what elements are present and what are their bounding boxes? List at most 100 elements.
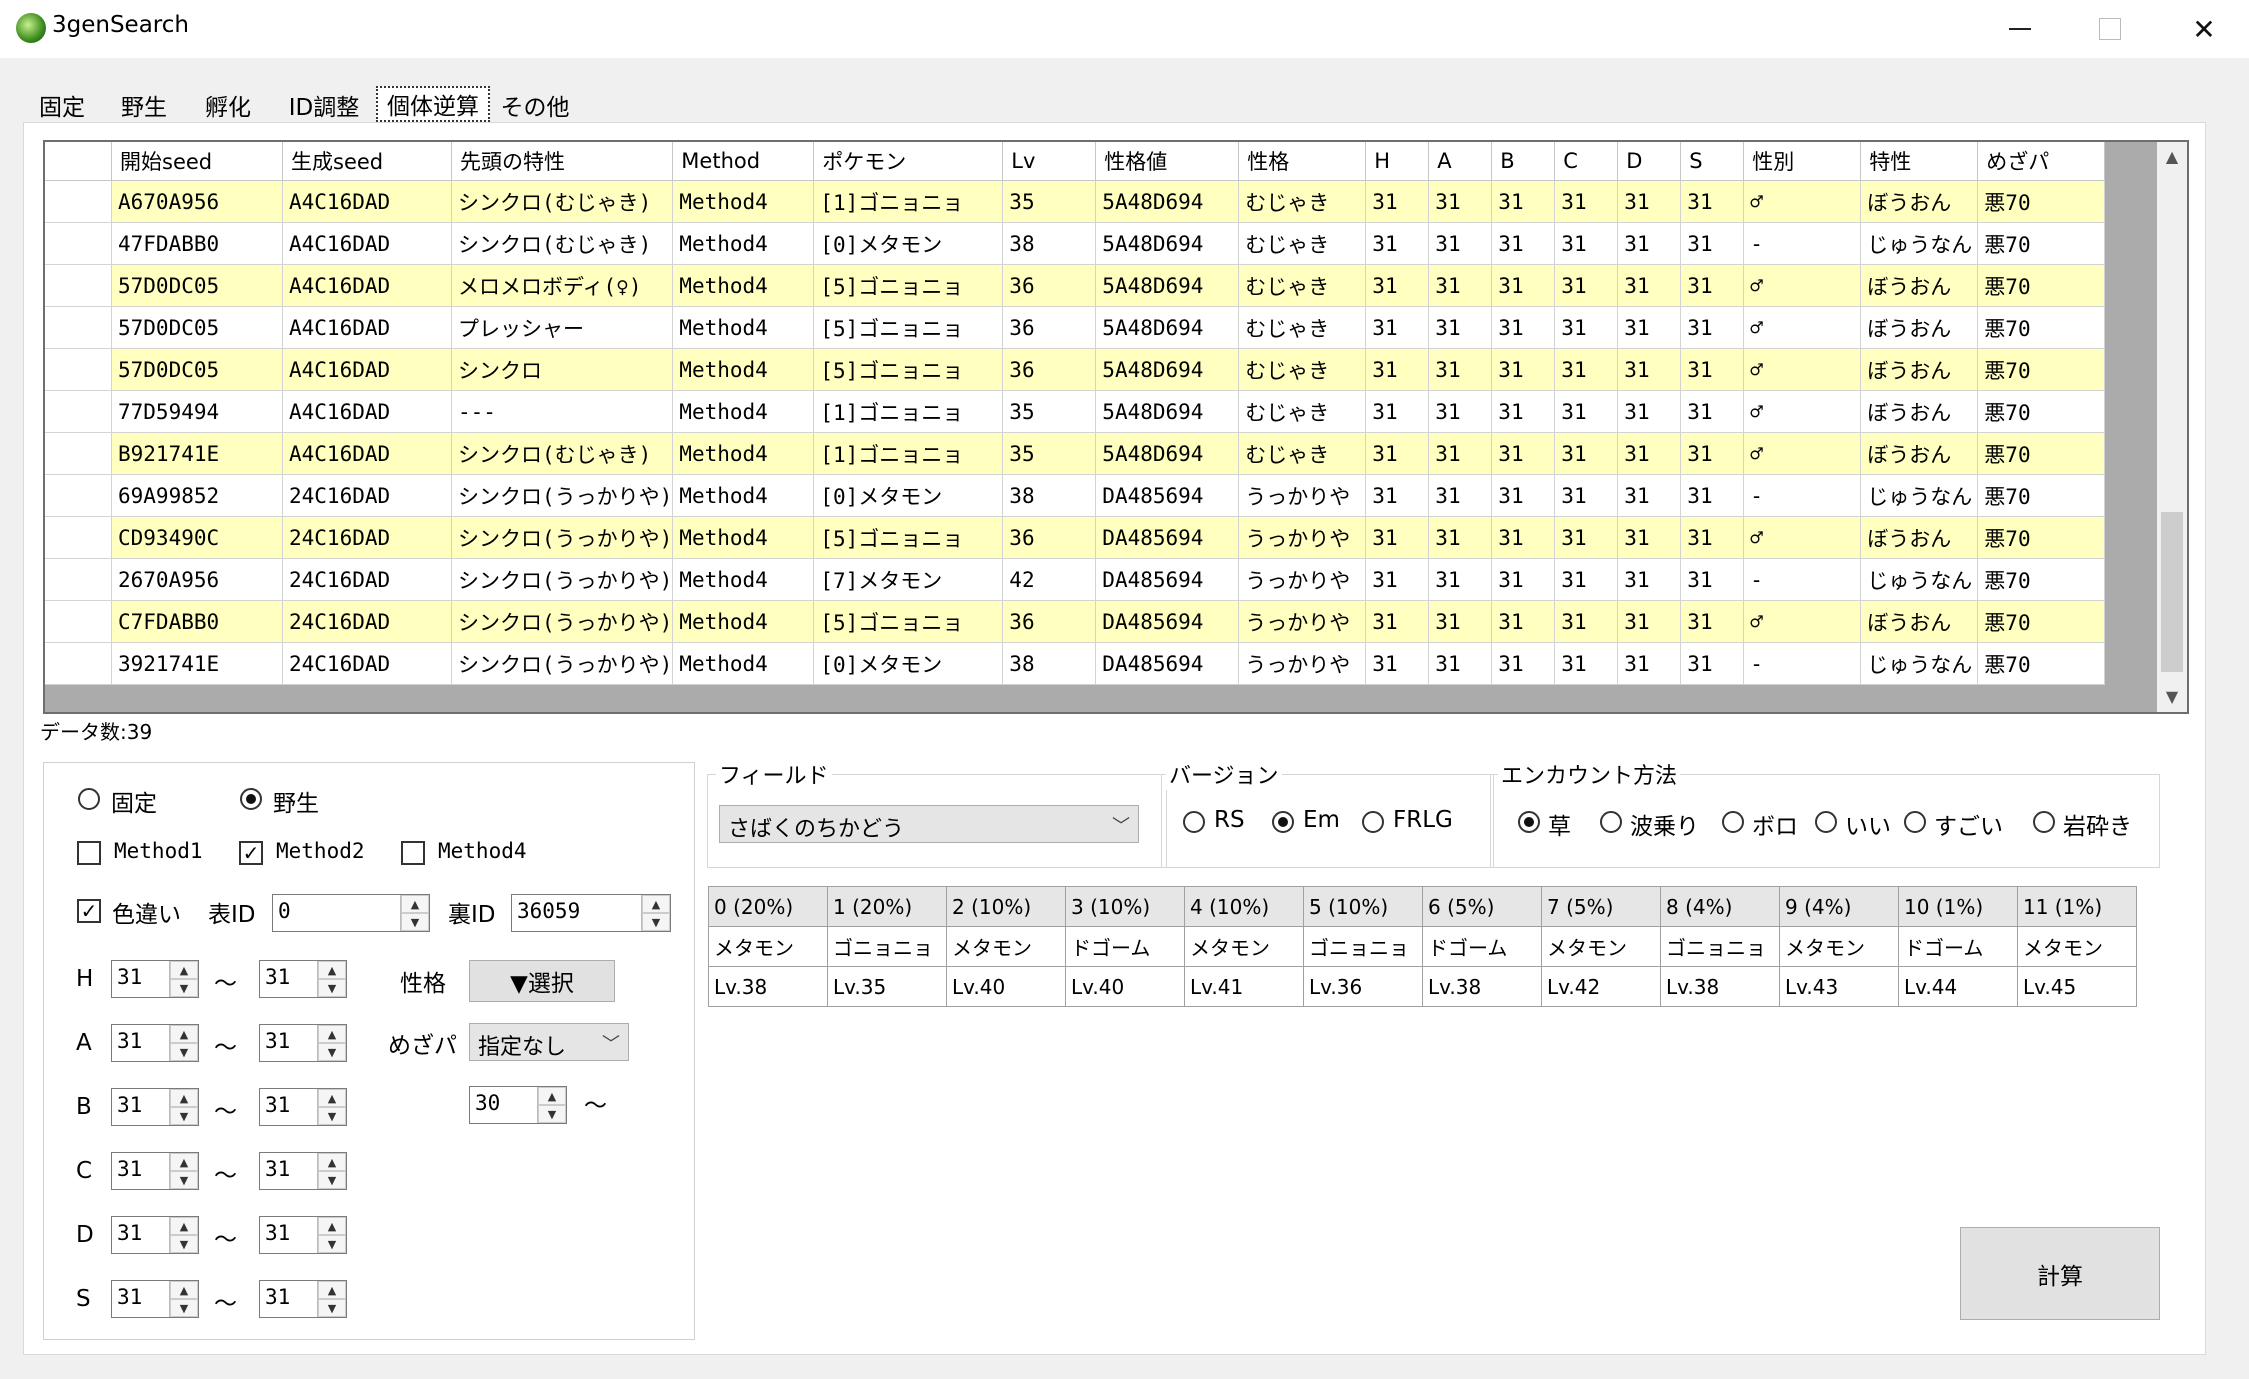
scrollbar-thumb[interactable] <box>2161 512 2183 672</box>
tab-egg[interactable]: 孵化 <box>196 88 260 122</box>
table-cell[interactable]: 36 <box>1002 516 1097 559</box>
table-row[interactable]: 47FDABB0 A4C16DAD シンクロ(むじゃき) Method4 [0]メタモン… <box>45 222 2106 265</box>
table-cell[interactable]: 47FDABB0 <box>111 222 283 265</box>
row-header[interactable] <box>45 264 112 307</box>
table-cell[interactable]: 31 <box>1617 180 1682 223</box>
table-cell[interactable]: 31 <box>1491 390 1556 433</box>
table-cell[interactable]: シンクロ(むじゃき) <box>451 222 674 265</box>
spin-up-icon[interactable]: ▲ <box>170 1025 198 1043</box>
table-cell[interactable]: 31 <box>1554 600 1619 643</box>
table-cell[interactable]: むじゃき <box>1238 432 1367 475</box>
table-cell[interactable]: 悪70 <box>1977 222 2106 265</box>
spin-down-icon[interactable]: ▼ <box>318 1299 346 1317</box>
table-cell[interactable]: 31 <box>1365 600 1430 643</box>
table-cell[interactable]: 31 <box>1680 516 1745 559</box>
table-cell[interactable]: ぼうおん <box>1860 600 1979 643</box>
tab-reverse-calc[interactable]: 個体逆算 <box>376 86 490 122</box>
table-cell[interactable]: 31 <box>1365 222 1430 265</box>
omote-id-input[interactable]: 0 ▲ ▼ <box>272 894 430 932</box>
table-cell[interactable]: 31 <box>1428 432 1493 475</box>
scroll-up-icon[interactable]: ▲ <box>2157 142 2187 172</box>
spin-up-icon[interactable]: ▲ <box>642 895 670 913</box>
field-select[interactable]: さばくのちかどう ﹀ <box>719 805 1139 843</box>
table-cell[interactable]: 31 <box>1617 306 1682 349</box>
table-cell[interactable]: 69A99852 <box>111 474 283 517</box>
table-cell[interactable]: DA485694 <box>1095 642 1240 685</box>
table-row[interactable]: 3921741E 24C16DAD シンクロ(うっかりや) Method4 [0]メタモ… <box>45 642 2106 685</box>
calculate-button[interactable]: 計算 <box>1960 1227 2160 1320</box>
table-cell[interactable]: 5A48D694 <box>1095 390 1240 433</box>
table-cell[interactable]: [7]メタモン <box>813 558 1004 601</box>
table-cell[interactable]: 31 <box>1680 390 1745 433</box>
table-cell[interactable]: 31 <box>1554 390 1619 433</box>
spin-up-icon[interactable]: ▲ <box>318 1281 346 1299</box>
table-cell[interactable]: 57D0DC05 <box>111 264 283 307</box>
maximize-button[interactable] <box>2065 0 2155 58</box>
table-cell[interactable]: 31 <box>1365 390 1430 433</box>
table-cell[interactable]: ぼうおん <box>1860 348 1979 391</box>
table-cell[interactable]: 悪70 <box>1977 306 2106 349</box>
table-cell[interactable]: 35 <box>1002 432 1097 475</box>
table-cell[interactable]: じゅうなん <box>1860 474 1979 517</box>
table-cell[interactable]: Method4 <box>672 516 815 559</box>
table-cell[interactable]: 31 <box>1428 348 1493 391</box>
table-cell[interactable]: 5A48D694 <box>1095 222 1240 265</box>
table-row[interactable]: 2670A956 24C16DAD シンクロ(うっかりや) Method4 [7]メタモ… <box>45 558 2106 601</box>
spin-down-icon[interactable]: ▼ <box>318 1171 346 1189</box>
table-cell[interactable]: 31 <box>1428 516 1493 559</box>
table-cell[interactable]: 3921741E <box>111 642 283 685</box>
spin-up-icon[interactable]: ▲ <box>318 961 346 979</box>
table-cell[interactable]: DA485694 <box>1095 558 1240 601</box>
table-cell[interactable]: Method4 <box>672 222 815 265</box>
table-cell[interactable]: 5A48D694 <box>1095 264 1240 307</box>
table-cell[interactable]: [5]ゴニョニョ <box>813 600 1004 643</box>
table-cell[interactable]: 31 <box>1680 642 1745 685</box>
tab-wild[interactable]: 野生 <box>112 88 176 122</box>
row-header[interactable] <box>45 516 112 559</box>
table-cell[interactable]: Method4 <box>672 600 815 643</box>
shiny-checkbox[interactable]: ✓ <box>77 899 101 923</box>
row-header[interactable] <box>45 558 112 601</box>
table-cell[interactable]: シンクロ(うっかりや) <box>451 516 674 559</box>
table-cell[interactable]: A4C16DAD <box>282 180 452 223</box>
spin-down-icon[interactable]: ▼ <box>538 1105 566 1123</box>
table-cell[interactable]: 31 <box>1617 222 1682 265</box>
method2-checkbox[interactable]: ✓ <box>239 841 263 865</box>
table-cell[interactable]: シンクロ(むじゃき) <box>451 180 674 223</box>
ura-id-spinner[interactable]: ▲ ▼ <box>641 895 670 931</box>
iv-max-input[interactable]: 31 ▲ ▼ <box>259 1280 347 1318</box>
table-cell[interactable]: うっかりや <box>1238 474 1367 517</box>
radio-wild[interactable] <box>240 788 262 810</box>
table-cell[interactable]: 31 <box>1680 264 1745 307</box>
iv-min-input[interactable]: 31 ▲ ▼ <box>111 1152 199 1190</box>
table-cell[interactable]: 31 <box>1491 516 1556 559</box>
tab-other[interactable]: その他 <box>498 88 572 122</box>
spin-up-icon[interactable]: ▲ <box>170 1281 198 1299</box>
table-cell[interactable]: 31 <box>1680 348 1745 391</box>
table-cell[interactable]: 31 <box>1680 432 1745 475</box>
column-header[interactable]: 先頭の特性 <box>451 142 674 181</box>
table-cell[interactable]: 5A48D694 <box>1095 180 1240 223</box>
table-cell[interactable]: 31 <box>1554 306 1619 349</box>
table-cell[interactable]: 悪70 <box>1977 642 2106 685</box>
table-cell[interactable]: 5A48D694 <box>1095 306 1240 349</box>
table-cell[interactable]: シンクロ <box>451 348 674 391</box>
spin-up-icon[interactable]: ▲ <box>318 1089 346 1107</box>
table-cell[interactable]: 31 <box>1491 264 1556 307</box>
table-cell[interactable]: DA485694 <box>1095 600 1240 643</box>
table-cell[interactable]: ♂ <box>1743 432 1862 475</box>
row-header[interactable] <box>45 390 112 433</box>
table-cell[interactable]: - <box>1743 558 1862 601</box>
table-cell[interactable]: 57D0DC05 <box>111 306 283 349</box>
spin-up-icon[interactable]: ▲ <box>170 1217 198 1235</box>
table-cell[interactable]: シンクロ(うっかりや) <box>451 600 674 643</box>
table-cell[interactable]: じゅうなん <box>1860 222 1979 265</box>
table-cell[interactable]: Method4 <box>672 348 815 391</box>
table-cell[interactable]: 31 <box>1680 600 1745 643</box>
column-header[interactable]: S <box>1680 142 1745 181</box>
column-header[interactable]: 性別 <box>1743 142 1862 181</box>
iv-max-input[interactable]: 31 ▲ ▼ <box>259 1152 347 1190</box>
table-row[interactable]: 77D59494 A4C16DAD --- Method4 [1]ゴニョニョ 35 5A48… <box>45 390 2106 433</box>
spin-down-icon[interactable]: ▼ <box>170 1299 198 1317</box>
table-cell[interactable]: じゅうなん <box>1860 642 1979 685</box>
